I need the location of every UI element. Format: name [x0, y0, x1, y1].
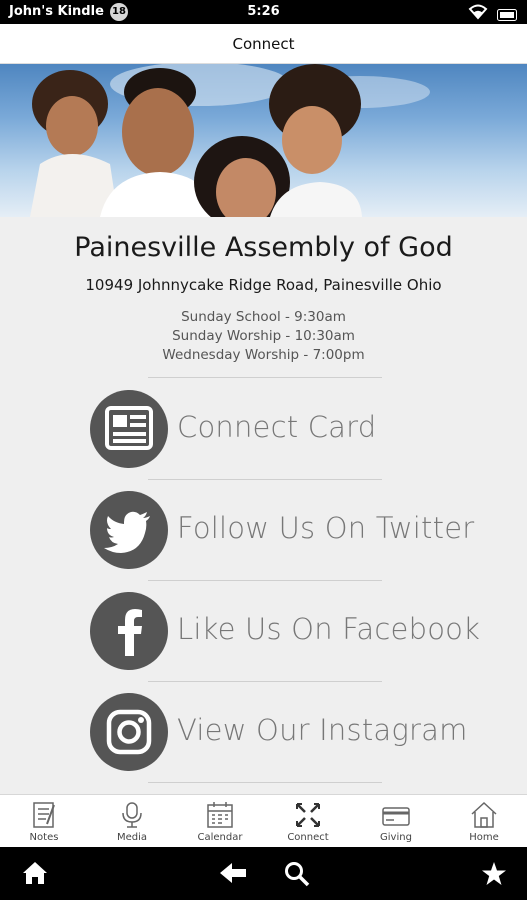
tab-connect[interactable]: Connect: [264, 795, 352, 848]
status-bar: John's Kindle 18 5:26: [0, 0, 527, 24]
instagram-label: View Our Instagram: [177, 713, 468, 747]
twitter-icon: [90, 491, 168, 569]
church-address: 10949 Johnnycake Ridge Road, Painesville…: [85, 276, 442, 294]
divider: [148, 580, 382, 581]
instagram-link[interactable]: View Our Instagram: [90, 693, 490, 773]
star-icon[interactable]: [481, 861, 507, 890]
tab-calendar[interactable]: Calendar: [176, 795, 264, 848]
tab-media-label: Media: [116, 832, 148, 843]
divider: [148, 479, 382, 480]
calendar-icon: [207, 802, 233, 828]
tab-giving-label: Giving: [380, 832, 412, 843]
tab-notes-label: Notes: [29, 832, 59, 843]
divider: [148, 377, 382, 378]
bottom-tab-bar: Notes Media Calendar Connect Giving Home: [0, 794, 527, 847]
back-arrow-icon[interactable]: [219, 861, 247, 889]
service-time: Sunday Worship - 10:30am: [172, 328, 355, 344]
tab-giving[interactable]: Giving: [352, 795, 440, 848]
facebook-link[interactable]: Like Us On Facebook: [90, 592, 490, 672]
divider: [148, 681, 382, 682]
home-icon[interactable]: [22, 861, 48, 889]
service-time: Sunday School - 9:30am: [181, 309, 346, 325]
divider: [148, 782, 382, 783]
instagram-icon: [90, 693, 168, 771]
page-title: Connect: [0, 24, 527, 64]
service-time: Wednesday Worship - 7:00pm: [162, 347, 365, 363]
connect-icon: [296, 803, 320, 827]
tab-calendar-label: Calendar: [197, 832, 243, 843]
facebook-label: Like Us On Facebook: [177, 612, 481, 646]
facebook-icon: [90, 592, 168, 670]
credit-card-icon: [382, 807, 410, 826]
status-time: 5:26: [247, 4, 280, 19]
church-name: Painesville Assembly of God: [74, 232, 453, 263]
battery-icon: [497, 6, 517, 25]
tab-notes[interactable]: Notes: [0, 795, 88, 848]
search-icon[interactable]: [284, 861, 310, 891]
connect-card-link[interactable]: Connect Card: [90, 390, 490, 470]
system-nav-bar: [0, 847, 527, 900]
tab-media[interactable]: Media: [88, 795, 176, 848]
tab-home-label: Home: [469, 832, 499, 843]
microphone-icon: [122, 802, 142, 828]
hero-banner-image: [0, 64, 527, 217]
twitter-link[interactable]: Follow Us On Twitter: [90, 491, 490, 571]
tab-home[interactable]: Home: [440, 795, 527, 848]
connect-card-label: Connect Card: [177, 410, 377, 444]
connect-card-icon: [90, 390, 168, 468]
wifi-icon: [468, 4, 488, 24]
service-times: Sunday School - 9:30am Sunday Worship - …: [0, 308, 527, 365]
tab-connect-label: Connect: [287, 832, 329, 843]
twitter-label: Follow Us On Twitter: [177, 511, 475, 545]
notes-icon: [33, 802, 55, 828]
home-icon: [471, 801, 497, 828]
